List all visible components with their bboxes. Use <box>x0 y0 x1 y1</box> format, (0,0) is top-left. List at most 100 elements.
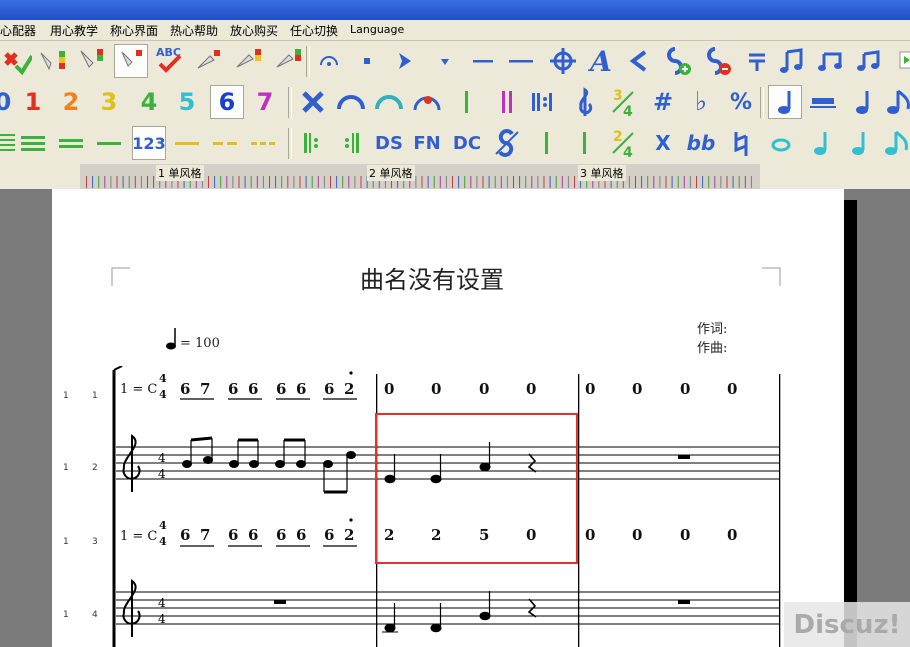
ruler-measure-1-label[interactable]: 1 单风格 <box>156 165 204 181</box>
jianpu-note[interactable]: 6 <box>228 380 238 398</box>
select-measure-icon[interactable] <box>272 44 306 78</box>
slur-icon[interactable] <box>334 85 368 119</box>
tenuto-icon[interactable] <box>466 44 500 78</box>
repeat-start-icon[interactable] <box>296 126 330 160</box>
double-flat-button[interactable]: bb <box>684 126 718 160</box>
lines-3-icon[interactable] <box>16 126 50 160</box>
jianpu-note[interactable]: 6 <box>248 380 258 398</box>
digit-1-button[interactable]: 1 <box>16 85 50 119</box>
jianpu-note[interactable]: 6 <box>324 380 334 398</box>
panel-toggle-icon[interactable] <box>890 44 910 78</box>
jianpu-note[interactable]: 6 <box>228 526 238 544</box>
dashed-underline-icon[interactable] <box>208 126 242 160</box>
jianpu-note[interactable]: 6 <box>248 526 258 544</box>
decrescendo-icon[interactable] <box>622 44 656 78</box>
spell-check-icon[interactable]: ABC <box>154 44 188 78</box>
selection-highlight[interactable] <box>375 413 578 564</box>
tie-arc-icon[interactable] <box>372 85 406 119</box>
menu-item-language[interactable]: Language <box>350 23 404 36</box>
jianpu-note[interactable]: 0 <box>431 380 441 398</box>
tempo-value[interactable]: = 100 <box>180 336 220 351</box>
jianpu-note[interactable]: 0 <box>680 526 690 544</box>
jianpu-note[interactable]: 0 <box>479 380 489 398</box>
staccato-icon[interactable] <box>350 44 384 78</box>
coda-icon[interactable] <box>546 44 580 78</box>
jianpu-note[interactable]: 2 <box>344 380 354 398</box>
time-signature-icon[interactable]: 34 <box>606 85 640 119</box>
jianpu-note[interactable]: 0 <box>585 526 595 544</box>
menu-item-switch[interactable]: 任心切换 <box>290 22 338 39</box>
da-capo-button[interactable]: DC <box>450 126 484 160</box>
ruler-measure-2-label[interactable]: 2 单风格 <box>367 165 415 181</box>
key-signature-label[interactable]: 1 = C <box>120 382 157 397</box>
jianpu-note[interactable]: 6 <box>296 526 306 544</box>
menu-item-help[interactable]: 热心帮助 <box>170 22 218 39</box>
select-next-icon[interactable] <box>192 44 226 78</box>
jianpu-note[interactable]: 0 <box>680 380 690 398</box>
digit-4-button[interactable]: 4 <box>132 85 166 119</box>
underline-icon[interactable] <box>170 126 204 160</box>
eighth-note-cyan-icon[interactable] <box>880 126 910 160</box>
select-region-icon[interactable] <box>232 44 266 78</box>
sixteenth-notes-icon[interactable] <box>852 44 886 78</box>
delete-note-icon[interactable] <box>296 85 330 119</box>
jianpu-note[interactable]: 7 <box>200 526 210 544</box>
remove-staff-icon[interactable] <box>700 44 734 78</box>
select-voice-icon[interactable] <box>114 44 148 78</box>
jianpu-note[interactable]: 2 <box>344 526 354 544</box>
composer-label[interactable]: 作曲: <box>697 337 727 356</box>
digit-7-button[interactable]: 7 <box>248 85 282 119</box>
jianpu-note[interactable]: 6 <box>296 380 306 398</box>
digit-2-button[interactable]: 2 <box>54 85 88 119</box>
song-title[interactable]: 曲名没有设置 <box>360 260 504 295</box>
tie-icon[interactable] <box>740 44 774 78</box>
marcato-down-icon[interactable] <box>428 44 462 78</box>
repeat-end-icon[interactable] <box>334 126 368 160</box>
add-staff-icon[interactable] <box>660 44 694 78</box>
repeat-barline-icon[interactable] <box>526 85 560 119</box>
digit-5-button[interactable]: 5 <box>170 85 204 119</box>
time-signature-alt-icon[interactable]: 24 <box>606 126 640 160</box>
select-all-icon[interactable] <box>36 44 70 78</box>
treble-clef-icon[interactable] <box>568 85 602 119</box>
jianpu-note[interactable]: 6 <box>324 526 334 544</box>
double-barline-icon[interactable] <box>490 85 524 119</box>
lines-1-icon[interactable] <box>92 126 126 160</box>
digit-3-button[interactable]: 3 <box>92 85 126 119</box>
jianpu-note[interactable]: 0 <box>727 380 737 398</box>
percent-button[interactable]: % <box>724 85 758 119</box>
lyricist-label[interactable]: 作词: <box>697 318 727 337</box>
whole-note-icon[interactable] <box>764 126 798 160</box>
sharp-button[interactable]: # <box>646 85 680 119</box>
menu-item-teaching[interactable]: 用心教学 <box>50 22 98 39</box>
half-note-icon[interactable] <box>804 126 838 160</box>
menu-item-purchase[interactable]: 放心购买 <box>230 22 278 39</box>
quarter-note-icon[interactable] <box>768 85 802 119</box>
dal-segno-button[interactable]: DS <box>372 126 406 160</box>
key-signature-label[interactable]: 1 = C <box>120 529 157 544</box>
flat-button[interactable]: ♭ <box>684 85 718 119</box>
jianpu-note[interactable]: 0 <box>585 380 595 398</box>
jianpu-note[interactable]: 0 <box>526 380 536 398</box>
menu-item-config[interactable]: 心配器 <box>0 22 36 39</box>
barline-icon[interactable] <box>450 85 484 119</box>
digit-6-button[interactable]: 6 <box>210 85 244 119</box>
fermata-icon[interactable] <box>312 44 346 78</box>
segno-icon[interactable] <box>490 126 524 160</box>
rest-bar-icon[interactable] <box>806 85 840 119</box>
grace-slur-icon[interactable] <box>410 85 444 119</box>
menu-item-interface[interactable]: 称心界面 <box>110 22 158 39</box>
eighth-notes-icon[interactable] <box>776 44 810 78</box>
dotted-underline-icon[interactable] <box>246 126 280 160</box>
jianpu-note[interactable]: 6 <box>276 380 286 398</box>
delete-icon[interactable] <box>0 44 34 78</box>
lines-2-icon[interactable] <box>54 126 88 160</box>
jianpu-note[interactable]: 6 <box>276 526 286 544</box>
jianpu-note[interactable]: 6 <box>180 526 190 544</box>
jianpu-note[interactable]: 6 <box>180 380 190 398</box>
natural-icon[interactable] <box>724 126 758 160</box>
dash-icon[interactable] <box>504 44 538 78</box>
fine-button[interactable]: FN <box>410 126 444 160</box>
triplet-icon[interactable] <box>814 44 848 78</box>
single-bar-green-alt-icon[interactable] <box>568 126 602 160</box>
